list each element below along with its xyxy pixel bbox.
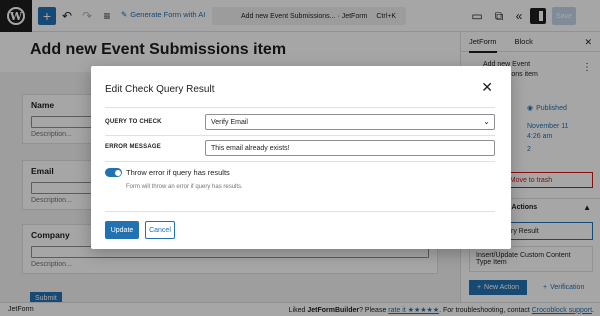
divider [105, 211, 495, 212]
query-to-check-value: Verify Email [211, 118, 248, 126]
divider [105, 107, 495, 108]
modal-title: Edit Check Query Result [105, 84, 215, 95]
query-to-check-label: QUERY TO CHECK [105, 119, 162, 125]
throw-error-help: Form will throw an error if query has re… [126, 184, 243, 190]
divider [105, 161, 495, 162]
error-message-value: This email already exists! [211, 144, 290, 152]
divider [105, 135, 495, 136]
query-to-check-select[interactable]: Verify Email ⌄ [205, 114, 495, 130]
error-message-field[interactable]: This email already exists! [205, 140, 495, 156]
cancel-button[interactable]: Cancel [145, 221, 175, 239]
throw-error-toggle[interactable] [105, 168, 122, 177]
update-button[interactable]: Update [105, 221, 139, 239]
chevron-down-icon: ⌄ [483, 117, 490, 126]
throw-error-label: Throw error if query has results [126, 168, 230, 177]
close-icon[interactable]: ✕ [481, 80, 493, 94]
error-message-label: ERROR MESSAGE [105, 144, 161, 150]
edit-check-query-modal: Edit Check Query Result ✕ QUERY TO CHECK… [91, 66, 511, 249]
